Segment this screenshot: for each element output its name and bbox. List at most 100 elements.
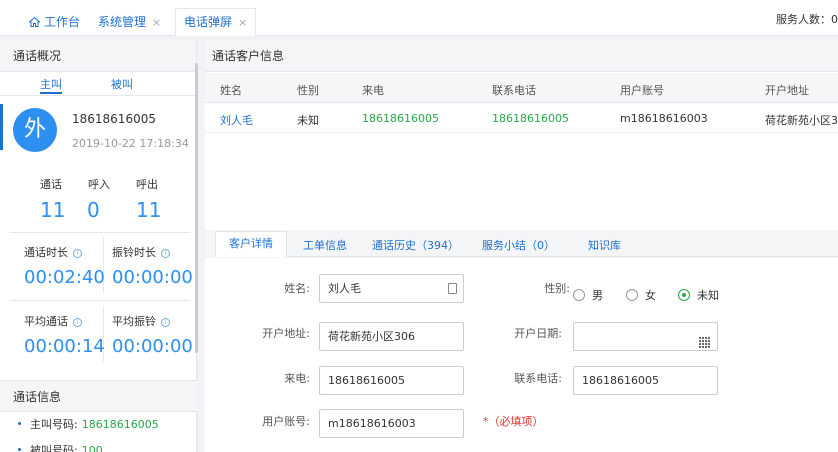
gender-radio-male[interactable]: 男 [573,287,603,303]
duration-value-ring: 00:00:00 [112,267,193,288]
contact-input[interactable]: 18618616005 [573,366,718,395]
radio-checked-icon [678,289,690,301]
info-label: 主叫号码: [30,418,78,431]
subtab-caller[interactable]: 主叫 [40,76,62,94]
address-input[interactable]: 荷花新苑小区306 [319,322,464,351]
cell-address: 荷花新苑小区306 [765,114,838,127]
caller-input[interactable]: 18618616005 [319,366,464,395]
info-row-callee: 被叫号码: 100 [18,442,103,452]
calendar-icon[interactable] [699,331,711,348]
name-input[interactable]: 刘人毛 [319,274,464,303]
column-header: 性别 [297,84,319,97]
name-value: 刘人毛 [328,282,361,295]
stat-value-inbound: 0 [87,198,100,222]
radio-icon [626,289,638,301]
active-indicator [0,104,3,150]
duration-label-text: 振铃时长 [112,246,156,259]
tab-call-history[interactable]: 通话历史（394） [372,237,459,253]
table-header: 姓名 性别 来电 联系电话 用户账号 开户地址 [205,73,838,103]
info-icon[interactable]: i [161,318,170,327]
call-card: 外 18618616005 2019-10-22 17:18:34 [0,96,196,159]
customer-panel: 通话客户信息 姓名 性别 来电 联系电话 用户账号 开户地址 刘人毛 未知 18… [205,40,838,452]
name-label: 姓名: [284,282,310,295]
bullet [18,422,21,425]
stat-label-outbound: 呼出 [136,178,158,191]
duration-value-talk: 00:02:40 [24,267,105,288]
gender-radio-female[interactable]: 女 [626,287,656,303]
cell-gender: 未知 [297,114,319,127]
caller-value: 18618616005 [328,374,405,387]
call-info-title: 通话信息 [0,380,197,412]
duration-label-avg-ring: 平均振铃 i [112,313,170,329]
cell-contact: 18618616005 [492,112,569,125]
form-tabs: 客户详情 工单信息 通话历史（394） 服务小结（0） 知识库 [215,231,838,257]
panel-title: 通话概况 [0,40,196,72]
tab-service-summary[interactable]: 服务小结（0） [482,237,555,253]
home-icon [29,17,40,27]
stat-value-outbound: 11 [136,198,162,222]
open-date-input[interactable] [573,322,718,351]
cell-account: m18618616003 [620,112,708,125]
info-label: 被叫号码: [30,444,78,452]
scrollbar[interactable] [195,63,198,353]
column-header: 联系电话 [492,84,536,97]
duration-label-talk: 通话时长 i [24,244,82,260]
divider [10,300,190,301]
column-header: 开户地址 [765,84,809,97]
subtab-callee[interactable]: 被叫 [111,76,133,92]
account-input[interactable]: m18618616003 [319,409,464,438]
duration-label-ring: 振铃时长 i [112,244,170,260]
tab-label: 工作台 [44,15,81,29]
duration-label-text: 平均通话 [24,315,68,328]
tab-ticket-info[interactable]: 工单信息 [303,237,347,253]
duration-label-text: 通话时长 [24,246,68,259]
tab-phone-popup[interactable]: 电话弹屏 × [175,8,257,36]
contact-value: 18618616005 [582,374,659,387]
stat-label-inbound: 呼入 [88,178,110,191]
duration-label-avg-talk: 平均通话 i [24,313,82,329]
address-value: 荷花新苑小区306 [328,330,415,343]
info-value: 18618616005 [81,418,159,431]
info-icon[interactable]: i [73,249,82,258]
column-header: 姓名 [220,84,242,97]
required-note: *（必填项） [483,415,544,428]
divider [10,232,190,233]
info-icon[interactable]: i [161,249,170,258]
close-icon[interactable]: × [238,16,247,29]
panel-title: 通话客户信息 [205,40,838,72]
tab-workbench[interactable]: 工作台 [20,8,89,36]
radio-label: 女 [645,289,656,302]
account-label: 用户账号: [262,415,310,428]
contact-label: 联系电话: [514,372,562,385]
tab-label: 电话弹屏 [184,15,233,29]
info-value: 100 [81,444,103,452]
tab-knowledge-base[interactable]: 知识库 [588,237,621,253]
table-row[interactable]: 刘人毛 未知 18618616005 18618616005 m18618616… [205,103,838,133]
overview-subtabs: 主叫 被叫 [0,72,196,96]
service-count: 服务人数：0 [776,13,838,26]
radio-label: 未知 [697,289,719,302]
tab-customer-detail[interactable]: 客户详情 [215,231,287,257]
tab-bar: 工作台 系统管理 × 电话弹屏 × 服务人数：0 [0,0,838,36]
radio-label: 男 [592,289,603,302]
gender-label: 性别: [544,282,570,295]
tab-system-management[interactable]: 系统管理 × [89,8,170,36]
info-row-caller: 主叫号码: 18618616005 [18,416,159,432]
cell-name[interactable]: 刘人毛 [220,112,253,128]
account-value: m18618616003 [328,417,416,430]
info-icon[interactable]: i [73,318,82,327]
stat-value-total: 11 [40,198,66,222]
avatar: 外 [13,108,57,152]
column-header: 用户账号 [620,84,664,97]
stat-label-total: 通话 [40,178,62,191]
tab-label: 系统管理 [98,15,147,29]
duration-value-avg-talk: 00:00:14 [24,336,105,357]
call-number: 18618616005 [72,112,156,126]
duration-value-avg-ring: 00:00:00 [112,336,193,357]
radio-icon [573,289,585,301]
close-icon[interactable]: × [152,16,161,29]
call-overview-panel: 通话概况 主叫 被叫 外 18618616005 2019-10-22 17:1… [0,40,197,452]
contact-card-icon[interactable] [448,283,457,294]
caller-label: 来电: [284,372,310,385]
gender-radio-unknown[interactable]: 未知 [678,287,719,303]
